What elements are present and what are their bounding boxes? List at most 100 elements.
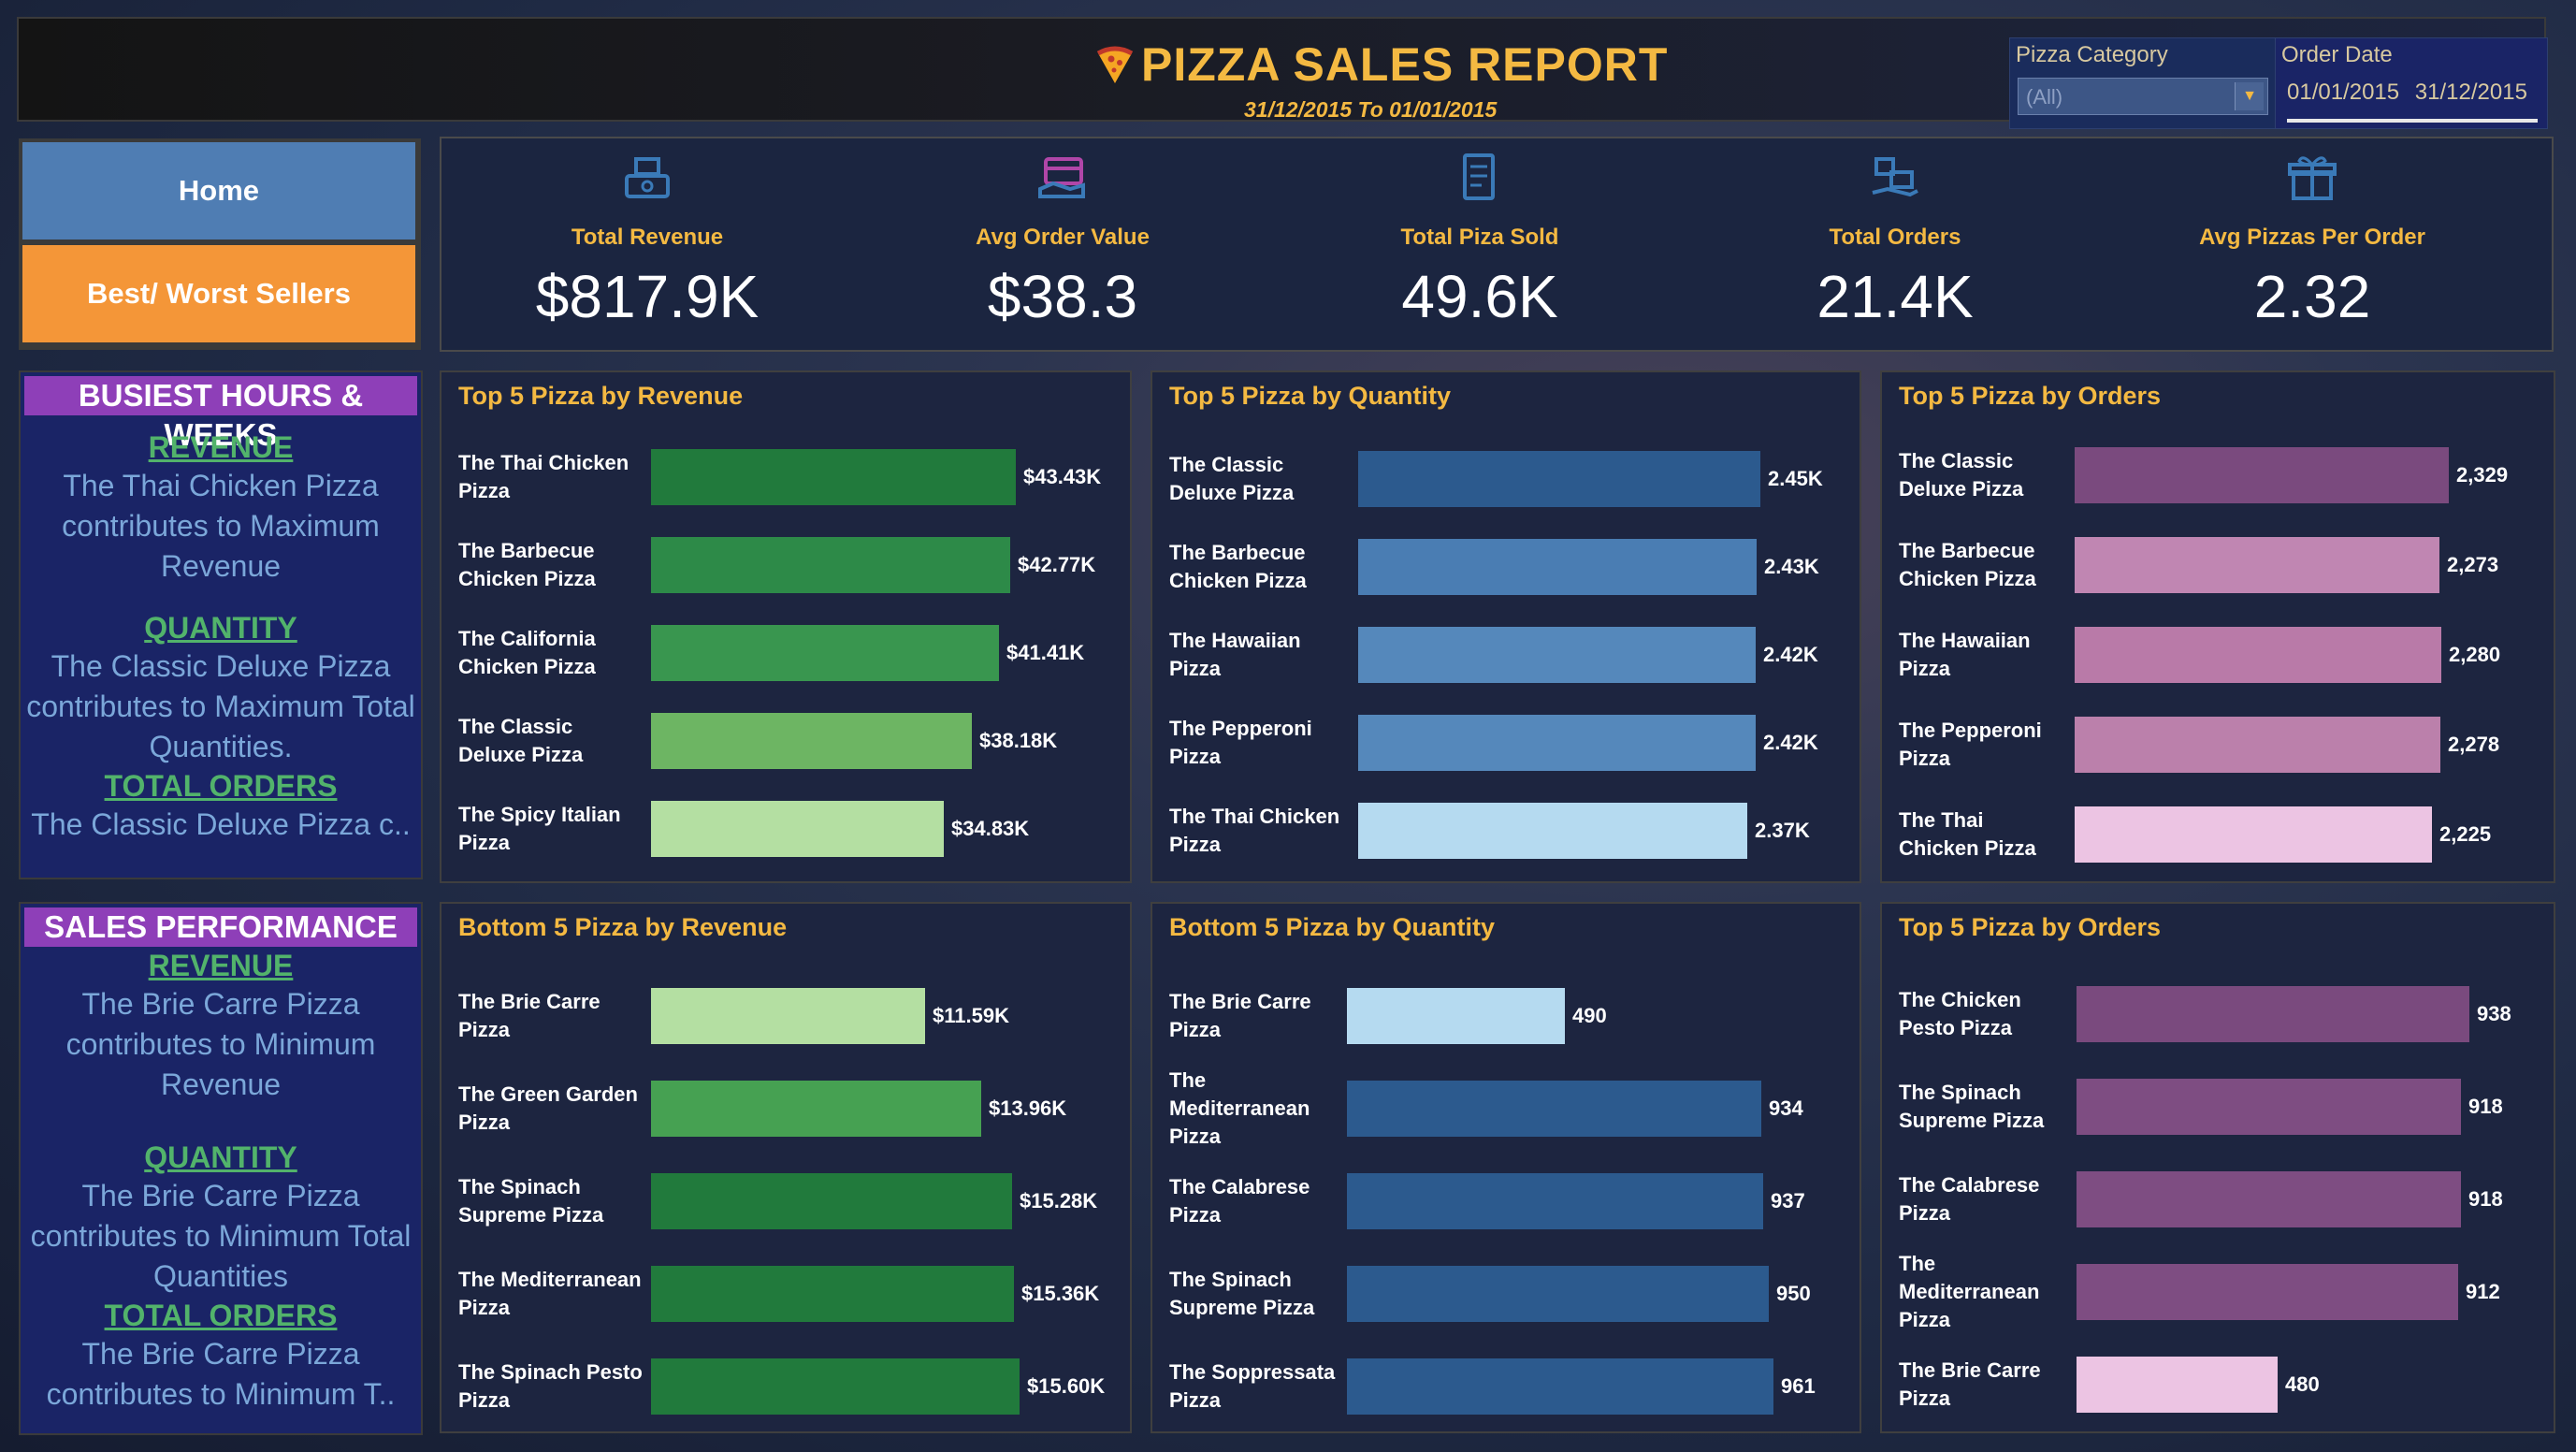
bar[interactable] — [1358, 715, 1756, 771]
bar-row[interactable]: The Barbecue Chicken Pizza $42.77K — [441, 537, 1130, 593]
busiest-revenue-heading: REVENUE — [148, 430, 294, 464]
value-label: 950 — [1776, 1282, 1811, 1305]
bar[interactable] — [2075, 717, 2440, 773]
bar-row[interactable]: The Brie Carre Pizza 490 — [1152, 988, 1860, 1044]
bar[interactable] — [651, 801, 944, 857]
bar[interactable] — [1358, 539, 1757, 595]
bar[interactable] — [2077, 986, 2469, 1042]
bar[interactable] — [2077, 1357, 2278, 1413]
bar-row[interactable]: The Spinach Supreme Pizza 918 — [1882, 1079, 2554, 1135]
bar[interactable] — [651, 713, 972, 769]
bar[interactable] — [651, 988, 925, 1044]
bar-row[interactable]: The Classic Deluxe Pizza $38.18K — [441, 713, 1130, 769]
gift-box-icon — [2288, 156, 2337, 200]
bar[interactable] — [1347, 1081, 1761, 1137]
bar-row[interactable]: The Classic Deluxe Pizza 2,329 — [1882, 447, 2554, 503]
bar-row[interactable]: The Brie Carre Pizza $11.59K — [441, 988, 1130, 1044]
best-worst-sellers-button[interactable]: Best/ Worst Sellers — [22, 245, 415, 342]
value-label: 480 — [2285, 1372, 2320, 1396]
bar-row[interactable]: The Spicy Italian Pizza $34.83K — [441, 801, 1130, 857]
report-header: PIZZA SALES REPORT 31/12/2015 To 01/01/2… — [17, 17, 2548, 129]
bar-row[interactable]: The Pepperoni Pizza 2.42K — [1152, 715, 1860, 771]
bar-row[interactable]: The Classic Deluxe Pizza 2.45K — [1152, 451, 1860, 507]
bar-row[interactable]: The Hawaiian Pizza 2.42K — [1152, 627, 1860, 683]
bar[interactable] — [651, 1266, 1014, 1322]
bar-row[interactable]: The California Chicken Pizza $41.41K — [441, 625, 1130, 681]
bar-row[interactable]: The Calabrese Pizza 937 — [1152, 1173, 1860, 1229]
value-label: $15.28K — [1020, 1189, 1098, 1212]
bar-row[interactable]: The Pepperoni Pizza 2,278 — [1882, 717, 2554, 773]
bar[interactable] — [2075, 537, 2439, 593]
bar-row[interactable]: The Barbecue Chicken Pizza 2,273 — [1882, 537, 2554, 593]
category-label: The California Chicken Pizza — [458, 627, 596, 678]
value-label: 2,273 — [2447, 553, 2499, 576]
pizza-category-select[interactable]: (All) ▼ — [2018, 78, 2268, 115]
bar-row[interactable]: The Thai Chicken Pizza 2,225 — [1882, 806, 2554, 863]
home-button[interactable]: Home — [22, 142, 415, 240]
bar[interactable] — [2075, 627, 2441, 683]
date-range-slider[interactable] — [2287, 119, 2538, 123]
bar-row[interactable]: The Thai Chicken Pizza 2.37K — [1152, 803, 1860, 859]
bar-row[interactable]: The Barbecue Chicken Pizza 2.43K — [1152, 539, 1860, 595]
value-label: 2.45K — [1768, 467, 1823, 490]
bar-row[interactable]: The Mediterranean Pizza 934 — [1152, 1068, 1860, 1148]
value-label: $34.83K — [951, 817, 1030, 840]
bar-row[interactable]: The Thai Chicken Pizza $43.43K — [441, 449, 1130, 505]
chevron-down-icon[interactable]: ▼ — [2235, 82, 2264, 110]
bar[interactable] — [651, 537, 1010, 593]
bar[interactable] — [1358, 803, 1747, 859]
bar[interactable] — [651, 1081, 981, 1137]
bar[interactable] — [2077, 1264, 2458, 1320]
category-label: The Mediterranean Pizza — [458, 1268, 642, 1319]
bar-row[interactable]: The Mediterranean Pizza 912 — [1882, 1252, 2554, 1331]
value-label: 2.37K — [1755, 819, 1810, 842]
bar[interactable] — [651, 1173, 1012, 1229]
value-label: 2.43K — [1764, 555, 1819, 578]
bar-row[interactable]: The Spinach Supreme Pizza $15.28K — [441, 1173, 1130, 1229]
chart-title: Top 5 Pizza by Orders — [1899, 382, 2162, 410]
category-label: The Pepperoni Pizza — [1899, 719, 2042, 770]
bar[interactable] — [2075, 806, 2432, 863]
top5-orders-chart: Top 5 Pizza by Orders The Classic Deluxe … — [1880, 370, 2555, 883]
category-label: The Calabrese Pizza — [1169, 1175, 1310, 1227]
bar-row[interactable]: The Hawaiian Pizza 2,280 — [1882, 627, 2554, 683]
kpi-value: 21.4K — [1816, 263, 1974, 330]
bar-row[interactable]: The Spinach Supreme Pizza 950 — [1152, 1266, 1860, 1322]
bar[interactable] — [1358, 451, 1760, 507]
pizza-category-label: Pizza Category — [2016, 42, 2168, 67]
bar-row[interactable]: The Mediterranean Pizza $15.36K — [441, 1266, 1130, 1322]
category-label: The Barbecue Chicken Pizza — [1169, 541, 1307, 592]
bar[interactable] — [1347, 1358, 1773, 1415]
bar[interactable] — [2075, 447, 2449, 503]
performance-heading: SALES PERFORMANCE — [24, 908, 417, 947]
value-label: 2,225 — [2439, 822, 2492, 846]
bar-row[interactable]: The Spinach Pesto Pizza $15.60K — [441, 1358, 1130, 1415]
bar-row[interactable]: The Calabrese Pizza 918 — [1882, 1171, 2554, 1227]
bar[interactable] — [2077, 1079, 2461, 1135]
kpi-value: $38.3 — [987, 263, 1138, 330]
value-label: 2.42K — [1763, 731, 1818, 754]
bar[interactable] — [651, 625, 999, 681]
bar[interactable] — [651, 449, 1016, 505]
value-label: 912 — [2466, 1280, 2500, 1303]
value-label: 2,278 — [2448, 733, 2500, 756]
bar[interactable] — [1347, 1173, 1763, 1229]
bar[interactable] — [651, 1358, 1020, 1415]
top5-revenue-chart: Top 5 Pizza by Revenue The Thai Chicken P… — [440, 370, 1132, 883]
bar[interactable] — [1347, 1266, 1769, 1322]
bar-row[interactable]: The Soppressata Pizza 961 — [1152, 1358, 1860, 1415]
pizza-category-filter[interactable]: Pizza Category (All) ▼ — [2009, 37, 2282, 129]
performance-revenue-text: The Brie Carre Pizza contributes to Mini… — [65, 987, 376, 1101]
bar-row[interactable]: The Green Garden Pizza $13.96K — [441, 1081, 1130, 1137]
top5-orders-chart-2: Top 5 Pizza by Orders The Chicken Pesto P… — [1880, 902, 2555, 1433]
category-label: The Green Garden Pizza — [458, 1082, 638, 1134]
bar-row[interactable]: The Brie Carre Pizza 480 — [1882, 1357, 2554, 1413]
bar[interactable] — [2077, 1171, 2461, 1227]
bar[interactable] — [1358, 627, 1756, 683]
bar[interactable] — [1347, 988, 1565, 1044]
bar-row[interactable]: The Chicken Pesto Pizza 938 — [1882, 986, 2554, 1042]
kpi-total-pizza-sold: Total Piza Sold 49.6K — [1274, 138, 1686, 350]
order-date-filter[interactable]: Order Date 01/01/2015 31/12/2015 — [2275, 37, 2548, 129]
category-label: The Calabrese Pizza — [1899, 1173, 2040, 1225]
category-label: The Hawaiian Pizza — [1899, 629, 2031, 680]
